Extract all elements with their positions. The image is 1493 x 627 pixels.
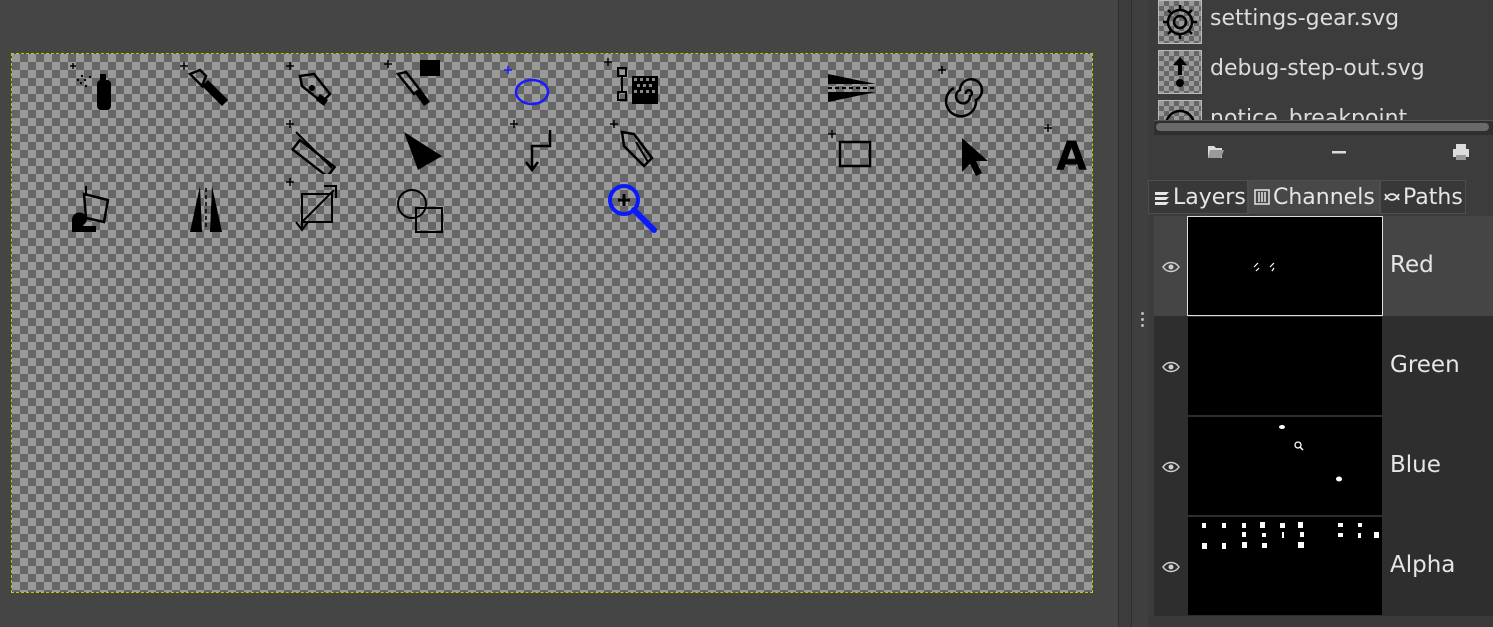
svg-text:A: A <box>1056 134 1087 178</box>
bucket-fill-icon <box>66 180 126 236</box>
visibility-eye-icon[interactable] <box>1162 459 1180 473</box>
text-icon: A <box>1042 122 1102 180</box>
layers-icon <box>1153 187 1171 205</box>
channel-row-blue[interactable]: Blue <box>1154 416 1493 516</box>
dock-bottom-bar <box>1148 616 1493 627</box>
brush-item[interactable]: notice_breakpoint <box>1156 100 1493 120</box>
warp-spiral-icon <box>934 64 994 120</box>
airbrush-icon <box>64 60 124 116</box>
open-brush-button[interactable] <box>1204 142 1226 162</box>
transform-icon <box>282 176 342 232</box>
breakpoint-icon <box>1158 100 1202 120</box>
brush-list-scrollbar[interactable] <box>1154 120 1493 135</box>
right-dock: settings-gear.svg debug-step-out.svg not… <box>1148 0 1493 627</box>
channel-name: Blue <box>1390 452 1441 478</box>
brush-name: notice_breakpoint <box>1210 106 1408 120</box>
ink-smudge-icon <box>176 60 236 116</box>
channel-list[interactable]: Red Green Blue Alpha <box>1154 216 1493 616</box>
paths-icon <box>1383 187 1401 205</box>
channel-name: Green <box>1390 352 1460 378</box>
channel-thumbnail <box>1188 517 1382 615</box>
path-icon <box>506 118 566 174</box>
image-canvas[interactable]: A <box>11 53 1093 593</box>
channel-thumbnail <box>1188 417 1382 515</box>
visibility-eye-icon[interactable] <box>1162 259 1180 273</box>
brush-name: settings-gear.svg <box>1210 6 1400 31</box>
canvas-area[interactable]: A <box>0 0 1118 627</box>
tab-layers[interactable]: Layers <box>1148 180 1248 214</box>
gear-icon <box>1158 0 1202 44</box>
channel-thumbnail <box>1187 216 1383 316</box>
channel-row-red[interactable]: Red <box>1154 216 1493 316</box>
canvas-scroll-gutter <box>1118 0 1132 627</box>
perspective-icon <box>178 182 238 238</box>
ink-pen-icon <box>282 60 342 116</box>
visibility-eye-icon[interactable] <box>1162 559 1180 573</box>
brush-item[interactable]: settings-gear.svg <box>1156 0 1493 50</box>
flip-icon <box>824 70 884 126</box>
pencil-icon <box>606 118 666 174</box>
triangle-icon <box>392 124 452 180</box>
brush-name: debug-step-out.svg <box>1210 56 1425 81</box>
zoom-icon <box>602 178 662 234</box>
step-out-icon <box>1158 50 1202 94</box>
brush-list[interactable]: settings-gear.svg debug-step-out.svg not… <box>1156 0 1493 120</box>
channel-thumbnail <box>1188 317 1382 415</box>
tab-paths[interactable]: Paths <box>1380 180 1466 214</box>
channel-row-alpha[interactable]: Alpha <box>1154 516 1493 616</box>
dock-tabs: Layers Channels Paths <box>1148 180 1493 214</box>
brush-toolbar <box>1148 134 1493 170</box>
channel-row-green[interactable]: Green <box>1154 316 1493 416</box>
measure-icon <box>282 118 342 179</box>
channel-name: Red <box>1390 252 1434 278</box>
clone-icon <box>380 58 440 114</box>
fuzzy-select-icon <box>602 56 662 112</box>
shape-select-icon <box>392 182 452 238</box>
remove-brush-button[interactable] <box>1328 142 1350 162</box>
pointer-icon <box>946 130 1006 186</box>
visibility-eye-icon[interactable] <box>1162 359 1180 373</box>
tab-channels[interactable]: Channels <box>1248 180 1380 214</box>
print-brush-button[interactable] <box>1450 142 1472 162</box>
channel-name: Alpha <box>1390 552 1456 578</box>
dock-splitter[interactable] <box>1132 0 1148 627</box>
channels-icon <box>1253 187 1271 205</box>
ellipse-select-icon <box>502 60 562 116</box>
splitter-grip-icon[interactable] <box>1141 312 1145 332</box>
rect-select-icon <box>824 128 884 184</box>
brush-item[interactable]: debug-step-out.svg <box>1156 50 1493 100</box>
